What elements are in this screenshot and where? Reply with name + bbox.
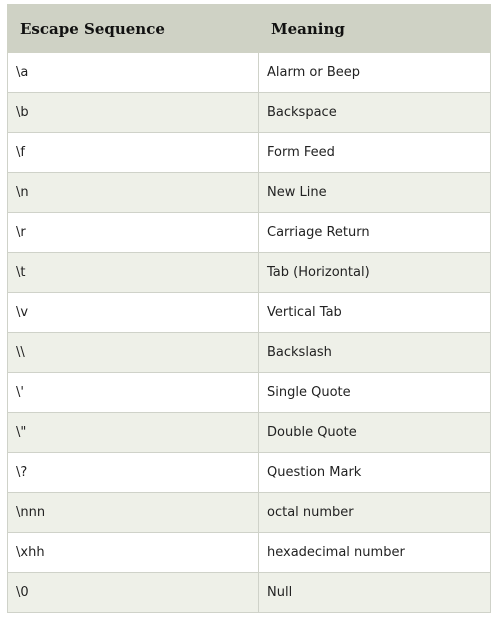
meaning-cell: Tab (Horizontal) bbox=[258, 252, 491, 293]
table-header: Escape Sequence Meaning bbox=[7, 4, 491, 53]
escape-sequence-cell: \t bbox=[7, 252, 259, 293]
table-row: \" Double Quote bbox=[7, 412, 491, 453]
meaning-cell: Backslash bbox=[258, 332, 491, 373]
table-row: \t Tab (Horizontal) bbox=[7, 252, 491, 293]
table-body: \a Alarm or Beep \b Backspace \f Form Fe… bbox=[7, 52, 491, 613]
table-row: \' Single Quote bbox=[7, 372, 491, 413]
meaning-cell: octal number bbox=[258, 492, 491, 533]
escape-sequence-cell: \\ bbox=[7, 332, 259, 373]
escape-sequence-cell: \r bbox=[7, 212, 259, 253]
table-row: \b Backspace bbox=[7, 92, 491, 133]
meaning-cell: Null bbox=[258, 572, 491, 613]
meaning-cell: Carriage Return bbox=[258, 212, 491, 253]
escape-sequence-cell: \nnn bbox=[7, 492, 259, 533]
escape-sequence-cell: \? bbox=[7, 452, 259, 493]
escape-sequence-table-container: Escape Sequence Meaning \a Alarm or Beep… bbox=[7, 4, 491, 613]
meaning-cell: hexadecimal number bbox=[258, 532, 491, 573]
meaning-cell: Alarm or Beep bbox=[258, 52, 491, 93]
meaning-cell: New Line bbox=[258, 172, 491, 213]
header-escape-sequence: Escape Sequence bbox=[7, 4, 259, 53]
escape-sequence-cell: \' bbox=[7, 372, 259, 413]
header-meaning: Meaning bbox=[258, 4, 491, 53]
escape-sequence-cell: \v bbox=[7, 292, 259, 333]
header-row: Escape Sequence Meaning bbox=[7, 4, 491, 53]
table-row: \f Form Feed bbox=[7, 132, 491, 173]
table-row: \0 Null bbox=[7, 572, 491, 613]
table-row: \? Question Mark bbox=[7, 452, 491, 493]
table-row: \\ Backslash bbox=[7, 332, 491, 373]
meaning-cell: Form Feed bbox=[258, 132, 491, 173]
meaning-cell: Single Quote bbox=[258, 372, 491, 413]
meaning-cell: Double Quote bbox=[258, 412, 491, 453]
table-row: \a Alarm or Beep bbox=[7, 52, 491, 93]
meaning-cell: Question Mark bbox=[258, 452, 491, 493]
escape-sequence-table: Escape Sequence Meaning \a Alarm or Beep… bbox=[7, 4, 491, 613]
meaning-cell: Vertical Tab bbox=[258, 292, 491, 333]
table-row: \r Carriage Return bbox=[7, 212, 491, 253]
escape-sequence-cell: \a bbox=[7, 52, 259, 93]
table-row: \v Vertical Tab bbox=[7, 292, 491, 333]
escape-sequence-cell: \n bbox=[7, 172, 259, 213]
meaning-cell: Backspace bbox=[258, 92, 491, 133]
escape-sequence-cell: \f bbox=[7, 132, 259, 173]
escape-sequence-cell: \xhh bbox=[7, 532, 259, 573]
table-row: \n New Line bbox=[7, 172, 491, 213]
escape-sequence-cell: \0 bbox=[7, 572, 259, 613]
table-row: \xhh hexadecimal number bbox=[7, 532, 491, 573]
escape-sequence-cell: \" bbox=[7, 412, 259, 453]
table-row: \nnn octal number bbox=[7, 492, 491, 533]
escape-sequence-cell: \b bbox=[7, 92, 259, 133]
